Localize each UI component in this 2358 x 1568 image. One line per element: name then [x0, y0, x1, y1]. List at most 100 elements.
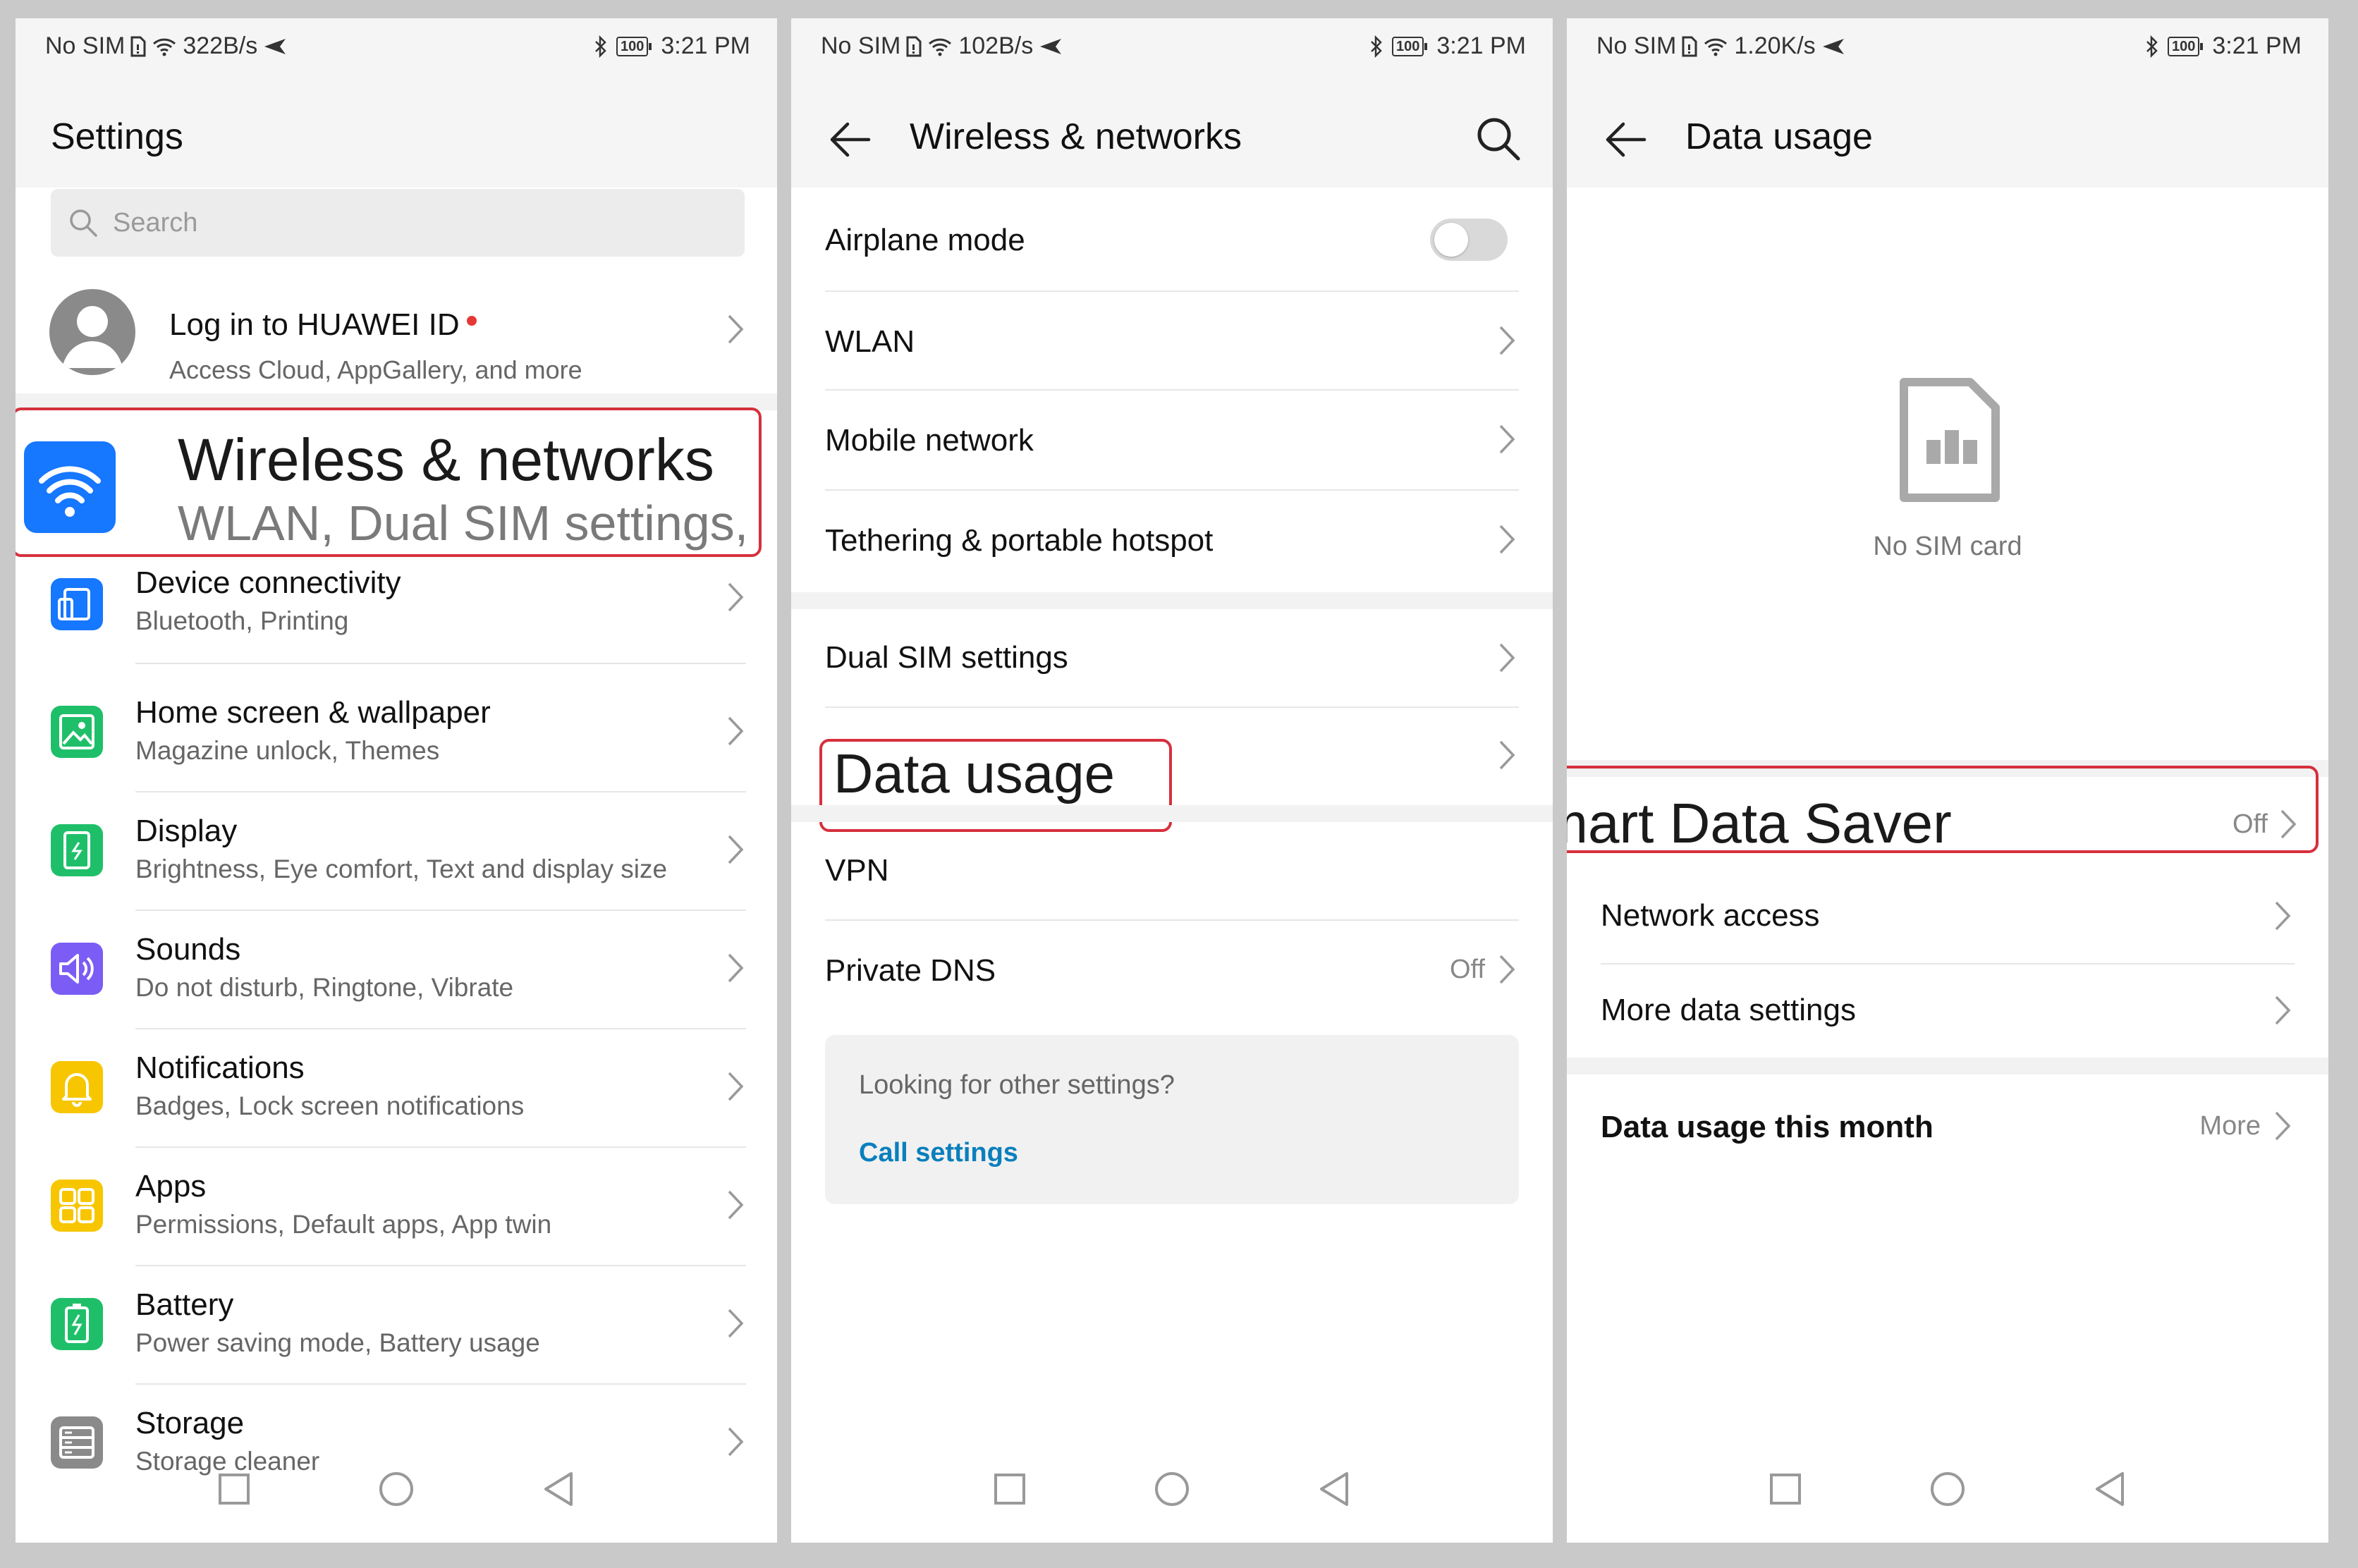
carrier-label: No SIM	[45, 32, 126, 59]
data-usage-month-row[interactable]: Data usage this month More	[1567, 1074, 2328, 1180]
chevron-right-icon	[725, 581, 746, 613]
navigation-bar	[16, 1444, 777, 1543]
divider	[135, 663, 746, 664]
status-bar: No SIM 102B/s 100 3:21 PM	[791, 18, 1553, 75]
no-sim-label: No SIM card	[1873, 532, 2022, 561]
data-usage-month-label: Data usage this month	[1601, 1110, 1934, 1144]
bell-icon	[51, 1061, 103, 1113]
chevron-right-icon	[1496, 642, 1517, 674]
settings-item[interactable]: Home screen & wallpaper Magazine unlock, …	[16, 674, 777, 792]
vpn-row[interactable]: VPN	[791, 822, 1553, 921]
wifi-status-icon	[153, 38, 176, 56]
location-arrow-icon	[264, 38, 286, 54]
dual-sim-row[interactable]: Dual SIM settings	[791, 609, 1553, 708]
more-data-settings-label: More data settings	[1601, 993, 1856, 1027]
back-nav-icon[interactable]	[1313, 1468, 1355, 1510]
chevron-right-icon	[1496, 423, 1517, 455]
airplane-mode-row[interactable]: Airplane mode	[791, 188, 1553, 292]
wireless-networks-screen: No SIM 102B/s 100 3:21 PM Wireless & net…	[791, 18, 1553, 1543]
data-usage-screen: No SIM 1.20K/s 100 3:21 PM Data usage No…	[1567, 18, 2328, 1543]
search-icon	[70, 209, 97, 237]
data-usage-month-more[interactable]: More	[2199, 1111, 2261, 1141]
carrier-label: No SIM	[821, 32, 901, 59]
network-speed: 102B/s	[958, 32, 1034, 59]
home-icon[interactable]	[375, 1468, 417, 1510]
recent-apps-icon[interactable]	[1764, 1468, 1807, 1510]
location-arrow-icon	[1040, 38, 1062, 54]
settings-item-subtitle: Brightness, Eye comfort, Text and displa…	[135, 855, 668, 883]
clock: 3:21 PM	[661, 32, 750, 59]
network-speed: 1.20K/s	[1734, 32, 1816, 59]
airplane-mode-toggle[interactable]	[1430, 219, 1508, 261]
bluetooth-icon	[1371, 35, 1382, 58]
call-settings-link[interactable]: Call settings	[859, 1138, 1018, 1168]
huawei-id-row[interactable]: Log in to HUAWEI ID Access Cloud, AppGal…	[16, 269, 777, 391]
settings-item[interactable]: Apps Permissions, Default apps, App twin	[16, 1148, 777, 1266]
wifi-status-icon	[929, 38, 952, 56]
status-bar: No SIM 1.20K/s 100 3:21 PM	[1567, 18, 2328, 75]
chevron-right-icon	[725, 313, 746, 345]
private-dns-row[interactable]: Private DNS Off	[791, 921, 1553, 1021]
chevron-right-icon	[1496, 953, 1517, 986]
back-nav-icon[interactable]	[537, 1468, 580, 1510]
carrier-label: No SIM	[1596, 32, 1677, 59]
home-icon[interactable]	[1926, 1468, 1969, 1510]
more-data-settings-row[interactable]: More data settings	[1567, 964, 2328, 1058]
navigation-bar	[1567, 1444, 2328, 1543]
settings-item-title: Apps	[135, 1169, 207, 1203]
device-connectivity-icon	[51, 578, 103, 630]
tethering-row[interactable]: Tethering & portable hotspot	[791, 491, 1553, 592]
mobile-network-row[interactable]: Mobile network	[791, 391, 1553, 491]
display-icon	[51, 824, 103, 876]
home-icon[interactable]	[1151, 1468, 1193, 1510]
other-settings-card: Looking for other settings? Call setting…	[825, 1035, 1519, 1204]
search-input[interactable]: Search	[51, 189, 745, 257]
private-dns-label: Private DNS	[825, 953, 996, 988]
app-header: Wireless & networks	[791, 75, 1553, 188]
chevron-right-icon	[2272, 994, 2293, 1027]
network-access-label: Network access	[1601, 898, 1820, 933]
battery-icon	[51, 1298, 103, 1350]
recent-apps-icon[interactable]	[213, 1468, 255, 1510]
sim-icon	[1682, 36, 1697, 56]
sim-icon	[130, 36, 146, 56]
back-arrow-icon[interactable]	[1603, 117, 1649, 162]
section-divider	[791, 805, 1553, 822]
settings-item-subtitle: Badges, Lock screen notifications	[135, 1091, 525, 1120]
chevron-right-icon	[725, 1307, 746, 1340]
other-settings-question: Looking for other settings?	[859, 1070, 1175, 1100]
chevron-right-icon	[725, 952, 746, 984]
chevron-right-icon	[725, 1070, 746, 1103]
sound-icon	[51, 943, 103, 995]
chevron-right-icon	[2272, 900, 2293, 932]
page-title: Wireless & networks	[910, 116, 1242, 157]
search-icon[interactable]	[1474, 114, 1523, 164]
vpn-label: VPN	[825, 853, 889, 888]
no-sim-area: No SIM card	[1567, 188, 2328, 752]
chevron-right-icon	[725, 833, 746, 866]
settings-item[interactable]: Display Brightness, Eye comfort, Text and…	[16, 792, 777, 911]
back-arrow-icon[interactable]	[828, 117, 873, 162]
section-divider	[1567, 1058, 2328, 1074]
battery-indicator: 100	[1392, 36, 1428, 56]
settings-item-subtitle: Permissions, Default apps, App twin	[135, 1210, 552, 1239]
page-title: Data usage	[1685, 116, 1873, 157]
battery-indicator: 100	[616, 36, 652, 56]
settings-item[interactable]: Notifications Badges, Lock screen notific…	[16, 1029, 777, 1148]
settings-item-subtitle: Do not disturb, Ringtone, Vibrate	[135, 973, 514, 1002]
recent-apps-icon[interactable]	[989, 1468, 1031, 1510]
chevron-right-icon	[1496, 739, 1517, 771]
settings-item[interactable]: Battery Power saving mode, Battery usage	[16, 1266, 777, 1385]
back-nav-icon[interactable]	[2089, 1468, 2131, 1510]
airplane-mode-label: Airplane mode	[825, 223, 1025, 257]
status-bar: No SIM 322B/s 100 3:21 PM	[16, 18, 777, 75]
settings-item[interactable]: Device connectivity Bluetooth, Printing	[16, 556, 777, 664]
settings-item-title: Device connectivity	[135, 565, 401, 600]
wlan-label: WLAN	[825, 324, 915, 359]
settings-item-title: Home screen & wallpaper	[135, 695, 491, 730]
battery-indicator: 100	[2168, 36, 2204, 56]
settings-item[interactable]: Sounds Do not disturb, Ringtone, Vibrate	[16, 911, 777, 1029]
chevron-right-icon	[1496, 523, 1517, 556]
network-access-row[interactable]: Network access	[1567, 870, 2328, 964]
wlan-row[interactable]: WLAN	[791, 292, 1553, 391]
